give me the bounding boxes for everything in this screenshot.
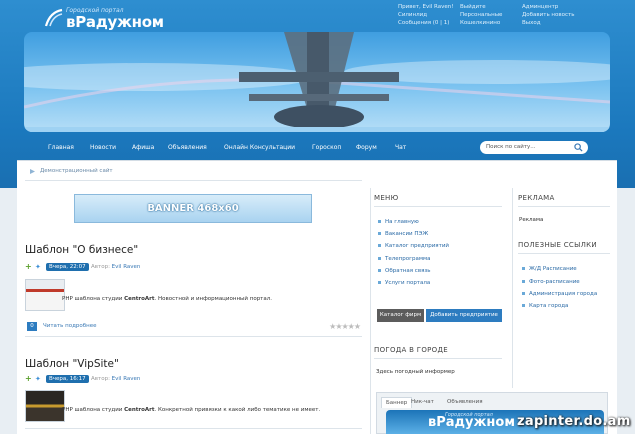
menu-item[interactable]: На главную [378, 219, 419, 225]
post-description: PHP шаблона студии CentroArt. Новостной … [62, 296, 273, 302]
useful-link[interactable]: Фото-расписание [522, 279, 580, 285]
author-link[interactable]: Evil Raven [112, 264, 141, 270]
user-panel-col2: Выйдите Персональные Кошелкинино [460, 3, 502, 27]
add-icon[interactable]: + [25, 375, 32, 383]
bullet-icon [378, 244, 381, 247]
breadcrumb[interactable]: Демонстрационный сайт [40, 168, 113, 174]
nav-item-home[interactable]: Главная [48, 144, 74, 151]
watermark: zapinter.do.am [517, 414, 631, 429]
weather-widget: Здесь погодный информер [376, 369, 455, 375]
banner-ad-slot[interactable]: BANNER 468x60 [74, 194, 312, 223]
user-panel-col3: Админцентр Добавить новость Выход [522, 3, 574, 27]
divider [518, 206, 610, 207]
divider [518, 253, 610, 254]
breadcrumb-arrow-icon [30, 169, 35, 174]
site-logo[interactable]: Городской портал вРадужном [44, 6, 164, 31]
post-author: Автор: Evil Raven [91, 264, 141, 270]
post-title[interactable]: Шаблон "О бизнесе" [25, 244, 138, 256]
pin-icon: ✦ [35, 375, 41, 383]
bullet-icon [522, 280, 525, 283]
user-link[interactable]: Персональные [460, 11, 502, 19]
post-footer: 0 Читать подробнее ★★★★★ [25, 321, 362, 333]
divider [25, 428, 362, 429]
column-divider [512, 188, 513, 388]
post-author: Автор: Evil Raven [91, 376, 141, 382]
post-description: PHP шаблона студии CentroArt. Конкретной… [62, 407, 321, 413]
bullet-icon [378, 257, 381, 260]
pin-icon: ✦ [35, 263, 41, 271]
menu-item[interactable]: Каталог предприятий [378, 243, 449, 249]
divider [25, 336, 362, 337]
search-input[interactable]: Поиск по сайту... [480, 141, 588, 154]
add-company-button[interactable]: Добавить предприятие [426, 309, 502, 322]
logo-swoosh-icon [44, 8, 63, 27]
nav-item-consult[interactable]: Онлайн Консультации [224, 144, 295, 151]
menu-item[interactable]: Вакансии ПЭЖ [378, 231, 428, 237]
menu-item[interactable]: Телепрограмма [378, 256, 431, 262]
logout-link[interactable]: Выход [522, 19, 574, 27]
bullet-icon [522, 304, 525, 307]
menu-title: МЕНЮ [374, 194, 399, 202]
post-date: Вчера, 16:17 [46, 375, 89, 383]
bullet-icon [378, 281, 381, 284]
bullet-icon [378, 220, 381, 223]
banner-ad-label: BANNER 468x60 [147, 203, 239, 214]
nav-item-chat[interactable]: Чат [395, 144, 406, 151]
user-panel-col1: Привет, Evil Raven! Силинлид Сообщения (… [398, 3, 453, 27]
nav-item-forum[interactable]: Форум [356, 144, 377, 151]
tab-nick-chat[interactable]: Ник-чат [411, 399, 434, 405]
add-news-link[interactable]: Добавить новость [522, 11, 574, 19]
user-link[interactable]: Выйдите [460, 3, 502, 11]
rating-stars[interactable]: ★★★★★ [329, 322, 361, 331]
ad-block-text: Реклама [519, 217, 544, 223]
divider [25, 180, 362, 181]
divider [374, 206, 502, 207]
user-link[interactable]: Кошелкинино [460, 19, 502, 27]
catalog-button[interactable]: Каталог фирм [377, 309, 424, 322]
weather-title: ПОГОДА В ГОРОДЕ [374, 346, 448, 354]
tab-banner[interactable]: Баннер [381, 397, 413, 408]
useful-link[interactable]: Ж/Д Расписание [522, 266, 577, 272]
useful-link[interactable]: Карта города [522, 303, 568, 309]
bullet-icon [378, 232, 381, 235]
read-more-link[interactable]: Читать подробнее [43, 323, 97, 329]
greeting: Привет, Evil Raven! [398, 4, 454, 10]
messages-link[interactable]: Сообщения (0 | 1) [398, 19, 453, 27]
post-title[interactable]: Шаблон "VipSite" [25, 358, 119, 370]
nav-item-news[interactable]: Новости [90, 144, 116, 151]
search-icon[interactable] [574, 143, 583, 152]
header-banner-image [24, 32, 610, 132]
ad-block-title: РЕКЛАМА [518, 194, 555, 202]
search-placeholder: Поиск по сайту... [486, 144, 536, 150]
nav-item-events[interactable]: Афиша [132, 144, 154, 151]
user-link[interactable]: Силинлид [398, 11, 453, 19]
admin-link[interactable]: Админцентр [522, 3, 574, 11]
bullet-icon [378, 269, 381, 272]
menu-item[interactable]: Обратная связь [378, 268, 431, 274]
links-title: ПОЛЕЗНЫЕ ССЫЛКИ [518, 241, 597, 249]
column-divider [370, 188, 371, 434]
post-date: Вчера, 22:07 [46, 263, 89, 271]
add-icon[interactable]: + [25, 263, 32, 271]
comment-count: 0 [27, 322, 37, 331]
author-link[interactable]: Evil Raven [112, 376, 141, 382]
tab-ads[interactable]: Объявления [447, 399, 483, 405]
menu-item[interactable]: Услуги портала [378, 280, 430, 286]
bullet-icon [522, 267, 525, 270]
mini-logo-title: вРадужном [428, 415, 515, 430]
post-thumbnail[interactable] [25, 279, 65, 311]
bullet-icon [522, 292, 525, 295]
nav-item-horoscope[interactable]: Гороскоп [312, 144, 341, 151]
logo-title: вРадужном [66, 13, 164, 31]
post-thumbnail[interactable] [25, 390, 65, 422]
useful-link[interactable]: Администрация города [522, 291, 597, 297]
divider [374, 358, 502, 359]
nav-item-ads[interactable]: Объявления [168, 144, 207, 151]
monument-illustration [24, 32, 610, 132]
